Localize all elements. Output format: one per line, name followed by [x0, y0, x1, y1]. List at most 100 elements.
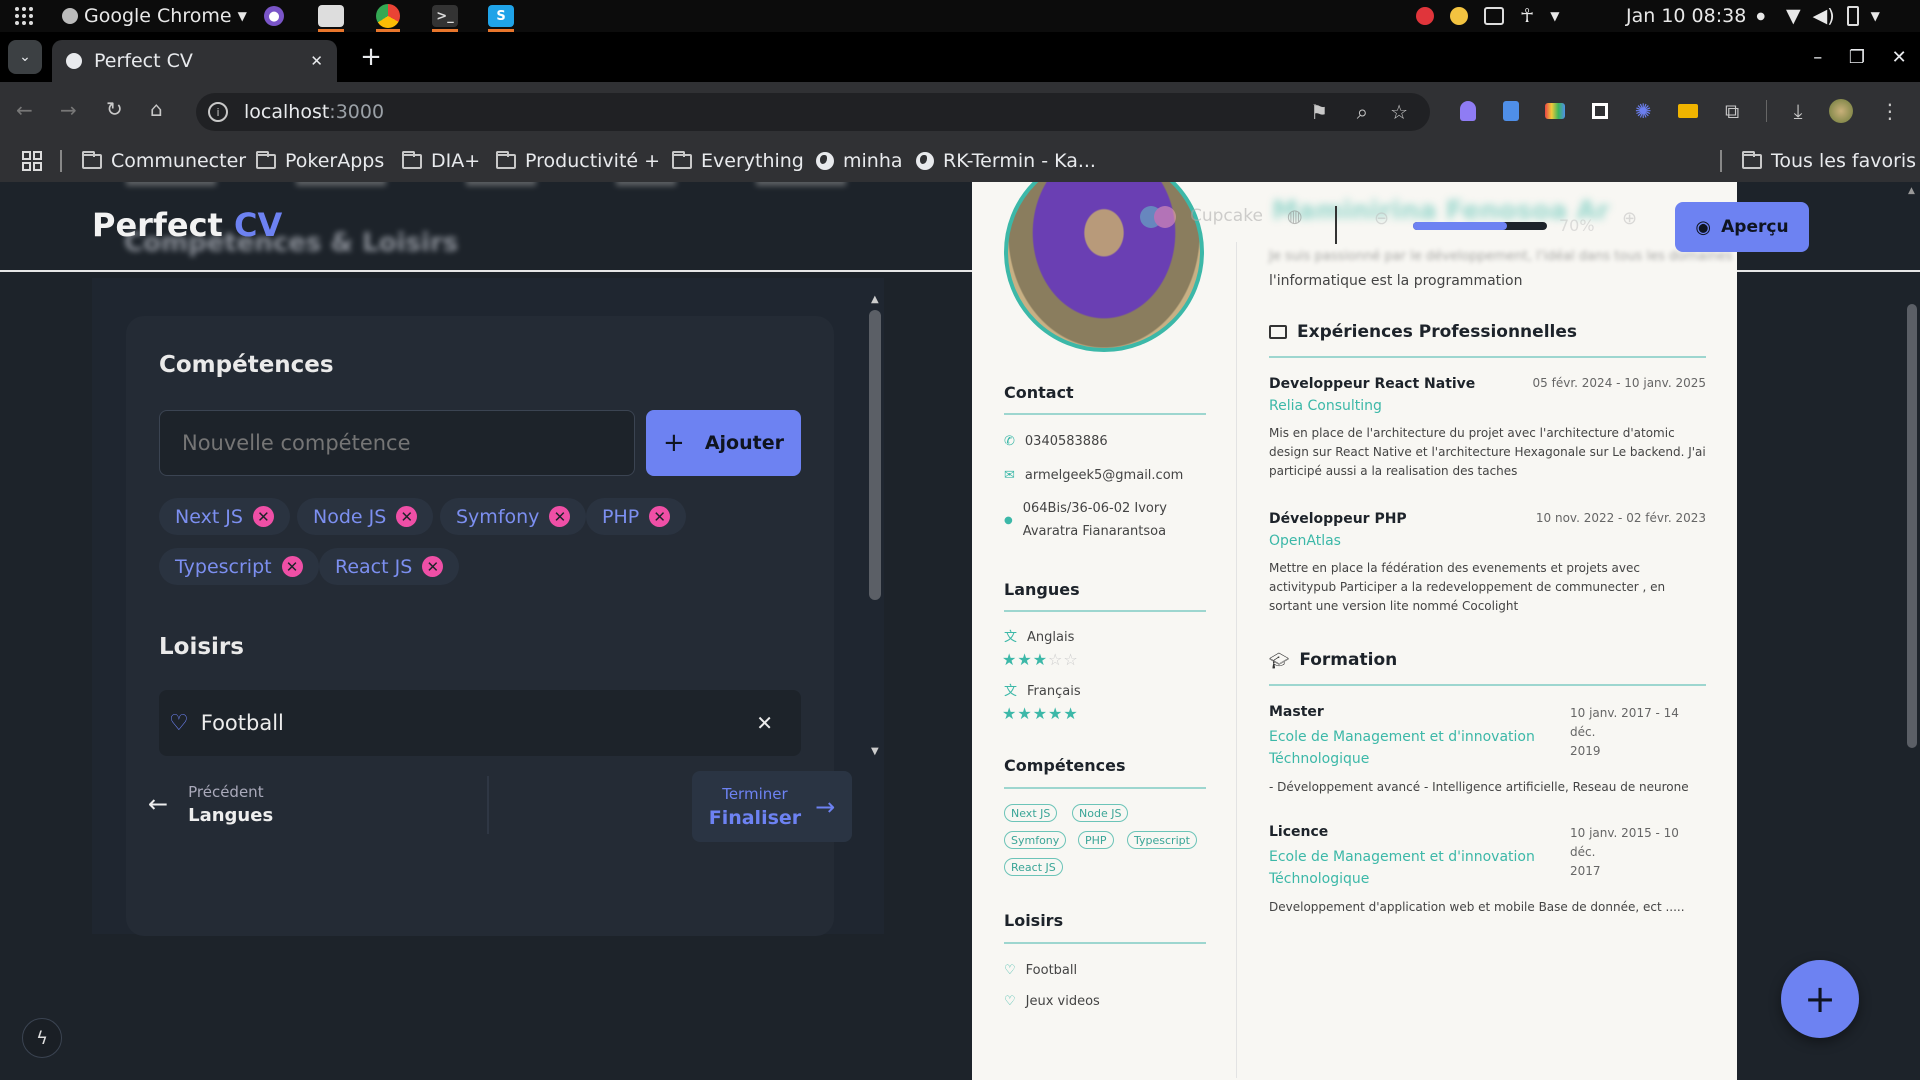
bookmark-communecter[interactable]: Communecter	[82, 140, 246, 182]
remove-skill-icon[interactable]: ✕	[649, 506, 671, 527]
bookmark-pokerapps[interactable]: PokerApps	[256, 140, 384, 182]
screen-icon[interactable]	[1484, 7, 1504, 25]
skill-chip: Symfony ✕	[440, 498, 587, 535]
zoom-in-icon[interactable]: ⊕	[1622, 208, 1637, 229]
do-not-disturb-icon[interactable]	[1416, 7, 1434, 25]
active-app-menu[interactable]: Google Chrome ▼	[62, 0, 247, 32]
more-menu-icon[interactable]: ⋮	[1880, 99, 1900, 123]
bookmark-dia[interactable]: DIA+	[402, 140, 480, 182]
separator	[1765, 100, 1767, 122]
skill-chip-label: Typescript	[175, 555, 272, 578]
cv-skills-underline	[1004, 787, 1206, 789]
remove-skill-icon[interactable]: ✕	[281, 556, 303, 577]
extension-4-icon[interactable]	[1592, 103, 1609, 119]
language-icon: 文	[1004, 630, 1018, 645]
remove-skill-icon[interactable]: ✕	[396, 506, 418, 527]
taskbar-files[interactable]	[318, 0, 344, 32]
taskbar-skype[interactable]: S	[488, 0, 514, 32]
language-item: 文 Anglais	[1004, 628, 1074, 647]
previous-caption: Précédent	[188, 782, 264, 801]
extension-2-icon[interactable]	[1502, 101, 1519, 121]
cv-skills-heading: Compétences	[1004, 756, 1126, 775]
editor-scrollbar[interactable]: ▲ ▼	[868, 294, 882, 757]
theme-selector[interactable]: Cupcake ◍	[1140, 204, 1303, 228]
extension-6-icon[interactable]	[1678, 104, 1699, 118]
remove-skill-icon[interactable]: ✕	[252, 506, 274, 527]
zoom-out-icon[interactable]: ⊖	[1374, 208, 1389, 229]
extension-3-icon[interactable]	[1545, 103, 1566, 119]
close-window-icon[interactable]: ✕	[1892, 47, 1907, 68]
add-skill-button[interactable]: + Ajouter	[646, 410, 801, 476]
forward-icon[interactable]: →	[60, 98, 77, 122]
preview-button[interactable]: ◉ Aperçu	[1675, 202, 1809, 252]
education-school-line-2: Téchnologique	[1269, 751, 1370, 767]
mail-icon: ✉	[1004, 468, 1015, 483]
restore-icon[interactable]: ❐	[1849, 47, 1865, 68]
address-bar[interactable]: i localhost:3000 ⚑ ⌕ ☆	[196, 93, 1430, 131]
heart-icon: ♡	[1004, 963, 1016, 978]
previous-step-button[interactable]: ← Précédent Langues	[148, 772, 448, 836]
remove-hobby-icon[interactable]: ✕	[756, 711, 773, 735]
taskbar-terminal[interactable]: >_	[432, 0, 458, 32]
profile-avatar[interactable]	[1829, 99, 1854, 123]
notification-icon[interactable]	[1450, 7, 1468, 25]
reload-icon[interactable]: ↻	[106, 97, 123, 121]
clock[interactable]: Jan 10 08:38 ●	[1626, 0, 1765, 32]
remove-skill-icon[interactable]: ✕	[549, 506, 571, 527]
skill-chip-label: PHP	[602, 505, 640, 528]
floating-add-button[interactable]: +	[1781, 960, 1859, 1038]
site-info-icon[interactable]: i	[208, 102, 228, 122]
tab-search-button[interactable]: ⌄	[8, 40, 42, 74]
education-item: Master Ecole de Management et d'innovati…	[1269, 704, 1706, 797]
address-line-2: Avaratra Fianarantsoa	[1022, 524, 1167, 539]
education-dates-line-1: 10 janv. 2017 - 14 déc.	[1570, 706, 1679, 739]
translate-icon[interactable]: ⚑	[1310, 100, 1328, 124]
cv-skill-label: React JS	[1011, 860, 1056, 874]
taskbar-chrome[interactable]	[376, 0, 400, 32]
page-scrollbar[interactable]: ▲	[1904, 182, 1920, 1080]
bookmark-star-icon[interactable]: ☆	[1390, 100, 1408, 124]
extension-1-icon[interactable]	[1460, 101, 1476, 121]
bookmark-everything[interactable]: Everything	[672, 140, 804, 182]
language-rating-english: ★★★☆☆	[1002, 650, 1079, 669]
extension-5-icon[interactable]: ✺	[1635, 99, 1652, 123]
tab-perfect-cv[interactable]: Perfect CV ✕	[52, 40, 337, 82]
skill-input[interactable]	[159, 410, 635, 476]
back-icon[interactable]: ←	[16, 98, 33, 122]
contact-phone: ✆ 0340583886	[1004, 432, 1108, 451]
finish-button[interactable]: Terminer Finaliser →	[692, 771, 852, 842]
taskbar-github[interactable]: ●	[264, 0, 284, 32]
lightning-icon[interactable]: ϟ	[22, 1018, 62, 1058]
education-dates-line-2: 2019	[1570, 744, 1601, 758]
palette-icon: ◍	[1286, 205, 1303, 227]
experience-title: Developpeur React Native	[1269, 376, 1476, 392]
dot-icon: ●	[1756, 10, 1766, 22]
phone-text: 0340583886	[1024, 434, 1108, 449]
bookmark-minha[interactable]: minha	[816, 140, 903, 182]
new-tab-button[interactable]: +	[354, 40, 388, 74]
close-tab-icon[interactable]: ✕	[310, 52, 323, 70]
bookmark-all[interactable]: Tous les favoris	[1742, 140, 1916, 182]
bookmark-productivite[interactable]: Productivité +	[496, 140, 660, 182]
cv-hobby-label: Football	[1025, 963, 1078, 978]
zoom-slider[interactable]	[1413, 222, 1547, 230]
arrow-left-icon: ←	[148, 790, 169, 818]
app-logo[interactable]: Perfect CV	[92, 206, 282, 244]
bookmark-rk-termin[interactable]: RK-Termin - Ka...	[916, 140, 1096, 182]
home-icon[interactable]: ⌂	[150, 97, 163, 121]
status-icons[interactable]: ▼ ◀) ▼	[1786, 0, 1880, 32]
download-icon[interactable]: ⤓	[1794, 99, 1803, 123]
caret-down-icon[interactable]: ▼	[1550, 9, 1559, 23]
apps-grid-icon[interactable]	[14, 0, 34, 32]
zoom-icon[interactable]: ⌕	[1357, 100, 1368, 124]
experience-item: Développeur PHP 10 nov. 2022 - 02 févr. …	[1269, 511, 1706, 616]
extensions-puzzle-icon[interactable]: ⧉	[1725, 99, 1739, 123]
theme-name: Cupcake	[1190, 206, 1263, 226]
accessibility-icon[interactable]: ☥	[1520, 5, 1534, 27]
eye-icon: ◉	[1695, 216, 1712, 238]
window-controls: – ❐ ✕	[1800, 40, 1920, 74]
skill-chip: PHP ✕	[586, 498, 687, 535]
remove-skill-icon[interactable]: ✕	[422, 556, 444, 577]
apps-shortcut-icon[interactable]	[22, 140, 42, 182]
minimize-icon[interactable]: –	[1813, 47, 1822, 68]
